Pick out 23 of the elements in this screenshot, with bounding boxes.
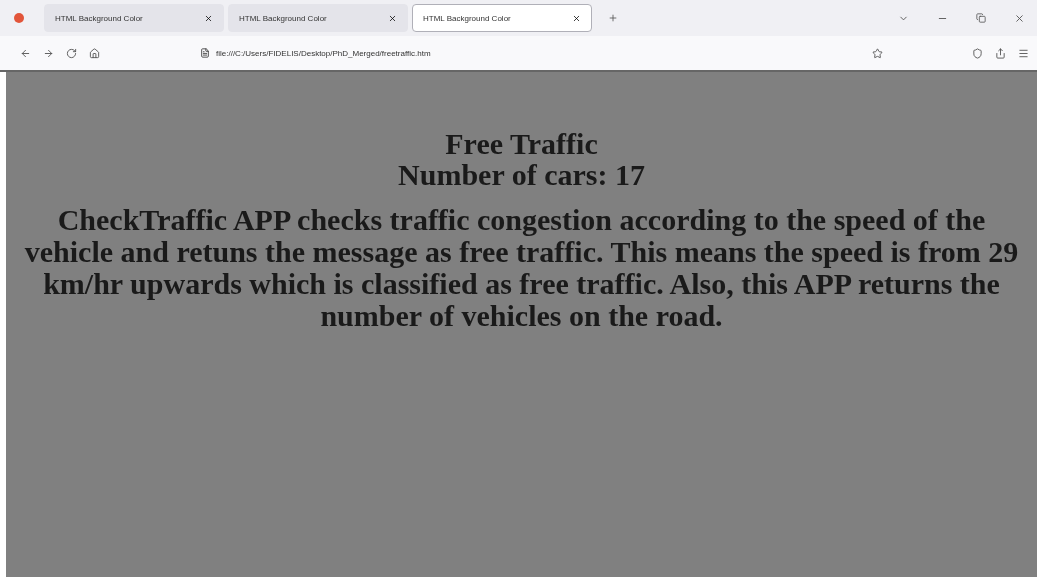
browser-logo-icon — [14, 13, 24, 23]
reload-icon[interactable] — [66, 47, 77, 59]
close-icon[interactable] — [572, 13, 581, 23]
browser-tab[interactable]: HTML Background Color — [228, 4, 408, 32]
forward-icon[interactable] — [43, 47, 54, 59]
restore-icon[interactable] — [976, 13, 986, 23]
close-icon[interactable] — [388, 13, 397, 23]
browser-tab[interactable]: HTML Background Color — [412, 4, 592, 32]
shield-icon[interactable] — [972, 47, 983, 59]
description-text: CheckTraffic APP checks traffic congestion according to the speed of the vehicle and retuns the message as free traffic. This means the speed is from 29 km/hr upwards which is classified as free traffic. Also, this APP returns the number of vehicles on the road. — [23, 204, 1020, 332]
address-field[interactable]: file:///C:/Users/FIDELIS/Desktop/PhD_Merged/freetraffic.htm — [216, 48, 431, 58]
close-icon[interactable] — [1014, 12, 1025, 24]
browser-tab[interactable]: HTML Background Color — [44, 4, 224, 32]
star-icon[interactable] — [872, 47, 883, 59]
car-count: Number of cars: 17 — [398, 159, 645, 190]
menu-icon[interactable] — [1018, 47, 1029, 59]
back-icon[interactable] — [20, 47, 31, 59]
home-icon[interactable] — [89, 47, 100, 59]
close-icon[interactable] — [204, 13, 213, 23]
page-icon — [200, 48, 210, 58]
share-icon[interactable] — [995, 47, 1006, 59]
page-title: Free Traffic — [445, 128, 598, 159]
new-tab-icon[interactable] — [608, 13, 618, 23]
